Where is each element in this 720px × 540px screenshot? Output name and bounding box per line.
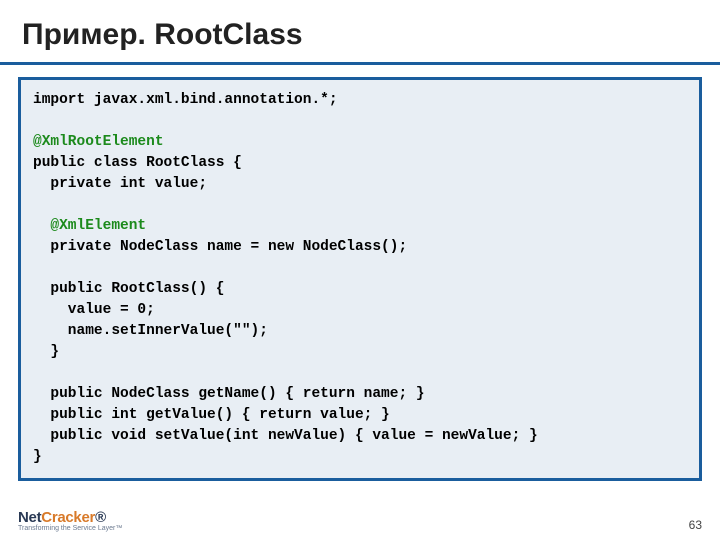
logo: NetCracker® Transforming the Service Lay… [18, 509, 122, 532]
code-line: value = 0; [33, 302, 155, 318]
annotation: @XmlElement [33, 218, 146, 234]
code-line: } [33, 344, 59, 360]
code-block-frame: import javax.xml.bind.annotation.*; @Xml… [18, 77, 702, 481]
code-line: private int value; [33, 176, 207, 192]
code-line: import javax.xml.bind.annotation.*; [33, 92, 338, 108]
code-block: import javax.xml.bind.annotation.*; @Xml… [33, 90, 687, 468]
code-line: public int getValue() { return value; } [33, 407, 390, 423]
logo-registered: ® [95, 509, 106, 526]
code-line: public NodeClass getName() { return name… [33, 386, 425, 402]
code-line: public class RootClass { [33, 155, 242, 171]
slide-footer: NetCracker® Transforming the Service Lay… [18, 509, 702, 532]
code-line: } [33, 449, 42, 465]
logo-text: NetCracker® [18, 509, 122, 526]
logo-tagline: Transforming the Service Layer™ [18, 525, 122, 532]
title-divider [0, 62, 720, 65]
slide-title: Пример. RootClass [0, 0, 720, 62]
page-number: 63 [689, 518, 702, 532]
code-line: name.setInnerValue(""); [33, 323, 268, 339]
annotation: @XmlRootElement [33, 134, 164, 150]
code-line: public RootClass() { [33, 281, 224, 297]
logo-part1: Net [18, 509, 41, 526]
logo-part2: Cracker [41, 509, 95, 526]
code-line: private NodeClass name = new NodeClass()… [33, 239, 407, 255]
code-line: public void setValue(int newValue) { val… [33, 428, 538, 444]
